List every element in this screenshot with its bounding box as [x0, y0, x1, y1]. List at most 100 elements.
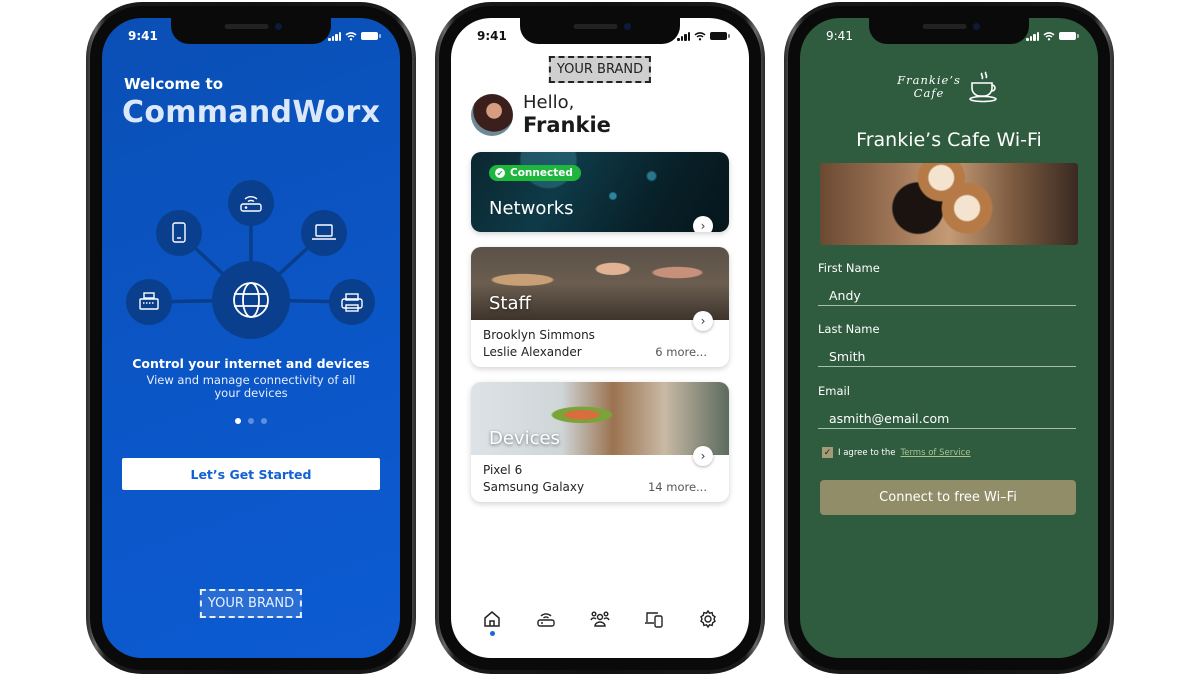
agree-text: I agree to the	[838, 447, 896, 458]
tab-network[interactable]	[531, 604, 561, 634]
status-bar: 9:41	[451, 18, 749, 48]
hub-diagram	[126, 180, 375, 339]
tab-staff[interactable]	[585, 604, 615, 634]
page-dot-1[interactable]	[235, 418, 241, 424]
phone-bezel: 9:41 Frankie’s Cafe Frankie’s Cafe Wi-Fi…	[788, 6, 1110, 670]
status-bar: 9:41	[800, 18, 1098, 48]
register-node	[126, 279, 172, 325]
printer-node	[329, 279, 375, 325]
email-field: Email	[818, 384, 1076, 429]
connect-wifi-button[interactable]: Connect to free Wi–Fi	[820, 480, 1076, 515]
staff-more[interactable]: 6 more...	[655, 344, 707, 361]
wifi-icon	[694, 32, 706, 41]
tab-bar	[451, 604, 749, 636]
welcome-label: Welcome to	[124, 75, 224, 93]
phone-captive-portal: 9:41 Frankie’s Cafe Frankie’s Cafe Wi-Fi…	[784, 2, 1114, 674]
avatar[interactable]	[471, 94, 513, 136]
onboarding-subtext: View and manage connectivity of all your…	[146, 373, 356, 400]
user-name: Frankie	[523, 113, 611, 137]
devices-more[interactable]: 14 more...	[648, 479, 707, 496]
phone-onboarding: 9:41 Welcome to CommandWorx Control your…	[86, 2, 416, 674]
tab-devices[interactable]	[639, 604, 669, 634]
wifi-icon	[1043, 32, 1055, 41]
status-time: 9:41	[826, 29, 853, 43]
greeting: Hello, Frankie	[471, 93, 611, 137]
brand-placeholder: YOUR BRAND	[548, 56, 652, 83]
greeting-hello: Hello,	[523, 92, 575, 113]
last-name-input[interactable]	[818, 349, 1076, 367]
status-time: 9:41	[128, 29, 158, 43]
app-name: CommandWorx	[122, 95, 381, 130]
battery-icon	[1059, 32, 1079, 40]
page-indicator[interactable]	[102, 418, 400, 424]
coffee-hero-image	[820, 163, 1078, 245]
terms-checkbox[interactable]: ✓	[822, 447, 833, 458]
status-icons	[328, 31, 381, 41]
page-dot-2[interactable]	[248, 418, 254, 424]
wifi-icon	[345, 32, 357, 41]
phone-node	[156, 210, 202, 256]
phone-bezel: 9:41 Welcome to CommandWorx Control your…	[90, 6, 412, 670]
last-name-label: Last Name	[818, 322, 880, 336]
chevron-right-icon[interactable]: ›	[693, 216, 713, 232]
connected-label: Connected	[510, 167, 573, 179]
terms-agreement: ✓ I agree to the Terms of Service	[822, 447, 971, 458]
coffee-cup-icon	[969, 71, 997, 103]
home-screen: 9:41 YOUR BRAND Hello, Frankie ✔ Connect…	[451, 18, 749, 658]
connected-badge: ✔ Connected	[489, 165, 581, 181]
tab-home[interactable]	[477, 604, 507, 636]
brand-placeholder: YOUR BRAND	[199, 589, 303, 618]
terms-link[interactable]: Terms of Service	[900, 448, 970, 458]
greeting-text: Hello, Frankie	[523, 92, 611, 138]
phone-home: 9:41 YOUR BRAND Hello, Frankie ✔ Connect…	[435, 2, 765, 674]
staff-card[interactable]: Staff › Brooklyn Simmons Leslie Alexande…	[471, 247, 729, 367]
captive-portal-screen: 9:41 Frankie’s Cafe Frankie’s Cafe Wi-Fi…	[800, 18, 1098, 658]
signal-icon	[677, 31, 690, 41]
onboarding-headline: Control your internet and devices	[132, 356, 370, 371]
phone-bezel: 9:41 YOUR BRAND Hello, Frankie ✔ Connect…	[439, 6, 761, 670]
staff-title: Staff	[489, 293, 531, 314]
tab-settings[interactable]	[693, 604, 723, 634]
status-bar: 9:41	[102, 18, 400, 48]
status-icons	[677, 31, 730, 41]
devices-icon	[645, 612, 663, 628]
devices-list: Pixel 6 Samsung Galaxy 14 more...	[483, 462, 707, 496]
email-label: Email	[818, 384, 850, 398]
check-icon: ✔	[495, 168, 505, 178]
staff-item: Brooklyn Simmons	[483, 328, 595, 342]
status-time: 9:41	[477, 29, 507, 43]
page-dot-3[interactable]	[261, 418, 267, 424]
onboarding-screen: 9:41 Welcome to CommandWorx Control your…	[102, 18, 400, 658]
networks-title: Networks	[489, 198, 574, 219]
device-hub-illustration	[102, 178, 400, 348]
cafe-logo-text: Frankie’s Cafe	[897, 74, 961, 100]
battery-icon	[361, 32, 381, 40]
logo-line-2: Cafe	[913, 86, 945, 100]
devices-title: Devices	[489, 428, 560, 449]
first-name-label: First Name	[818, 261, 880, 275]
last-name-field: Last Name	[818, 322, 1076, 367]
globe-node	[212, 261, 290, 339]
get-started-button[interactable]: Let’s Get Started	[122, 458, 380, 490]
signal-icon	[1026, 31, 1039, 41]
active-tab-indicator	[489, 631, 495, 636]
networks-card[interactable]: ✔ Connected Networks ›	[471, 152, 729, 232]
router-node	[228, 180, 274, 226]
router-icon	[537, 613, 555, 627]
settings-icon	[700, 609, 716, 629]
devices-card[interactable]: Devices › Pixel 6 Samsung Galaxy 14 more.…	[471, 382, 729, 502]
cafe-logo: Frankie’s Cafe	[800, 70, 1098, 104]
first-name-field: First Name	[818, 261, 1076, 306]
signal-icon	[328, 31, 341, 41]
home-icon	[484, 611, 500, 627]
people-icon	[590, 611, 610, 627]
staff-item: Leslie Alexander	[483, 345, 582, 359]
device-item: Samsung Galaxy	[483, 480, 585, 494]
device-item: Pixel 6	[483, 463, 523, 477]
staff-list: Brooklyn Simmons Leslie Alexander 6 more.…	[483, 327, 707, 361]
first-name-input[interactable]	[818, 288, 1076, 306]
battery-icon	[710, 32, 730, 40]
email-input[interactable]	[818, 411, 1076, 429]
laptop-node	[301, 210, 347, 256]
status-icons	[1026, 31, 1079, 41]
